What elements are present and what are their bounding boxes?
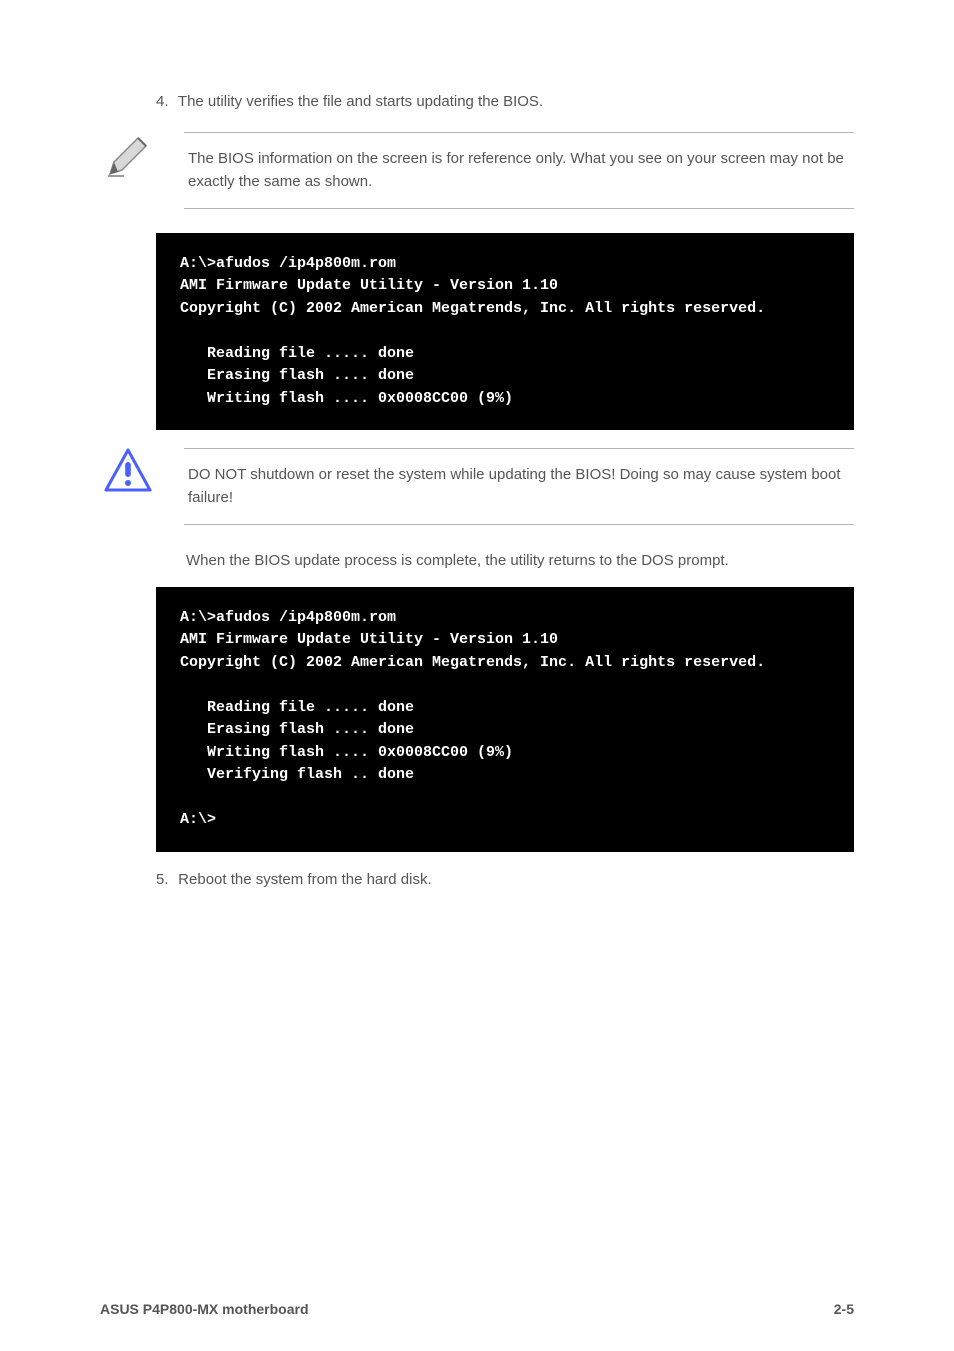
t1-l7: Writing flash .... 0x0008CC00 (9%) — [180, 390, 513, 407]
note-row-top: The BIOS information on the screen is fo… — [100, 132, 854, 209]
terminal-block-1: A:\>afudos /ip4p800m.rom AMI Firmware Up… — [156, 233, 854, 431]
t1-l6: Erasing flash .... done — [180, 367, 414, 384]
t1-l2: AMI Firmware Update Utility - Version 1.… — [180, 277, 558, 294]
footer-right: 2-5 — [834, 1301, 854, 1317]
step-4-body: The utility verifies the file and starts… — [178, 93, 543, 110]
t2-l8: Verifying flash .. done — [180, 766, 414, 783]
caution-text: DO NOT shutdown or reset the system whil… — [188, 466, 841, 506]
t2-l7: Writing flash .... 0x0008CC00 (9%) — [180, 744, 513, 761]
step-5-body: Reboot the system from the hard disk. — [178, 871, 431, 888]
t1-l3: Copyright (C) 2002 American Megatrends, … — [180, 300, 765, 317]
step-4-text: 4. The utility verifies the file and sta… — [156, 90, 854, 114]
t2-l1: A:\>afudos /ip4p800m.rom — [180, 609, 396, 626]
mid-para: When the BIOS update process is complete… — [186, 549, 854, 573]
t1-l5: Reading file ..... done — [180, 345, 414, 362]
t1-l1: A:\>afudos /ip4p800m.rom — [180, 255, 396, 272]
step-5-text: 5. Reboot the system from the hard disk. — [156, 868, 854, 892]
note-icon — [100, 132, 156, 180]
t2-l5: Reading file ..... done — [180, 699, 414, 716]
terminal-block-2: A:\>afudos /ip4p800m.rom AMI Firmware Up… — [156, 587, 854, 852]
mid-para-text: When the BIOS update process is complete… — [186, 552, 729, 569]
caution-box: DO NOT shutdown or reset the system whil… — [184, 448, 854, 525]
step-5-number: 5. — [156, 868, 174, 892]
warning-icon — [104, 448, 152, 492]
t2-l2: AMI Firmware Update Utility - Version 1.… — [180, 631, 558, 648]
note-box-top: The BIOS information on the screen is fo… — [184, 132, 854, 209]
page: 4. The utility verifies the file and sta… — [0, 0, 954, 1351]
step-4-number: 4. — [156, 90, 174, 114]
note-top-text: The BIOS information on the screen is fo… — [188, 150, 844, 190]
caution-icon-wrap — [100, 448, 156, 492]
caution-row: DO NOT shutdown or reset the system whil… — [100, 448, 854, 525]
page-footer: ASUS P4P800-MX motherboard 2-5 — [100, 1301, 854, 1317]
t2-l10: A:\> — [180, 811, 216, 828]
pencil-note-icon — [104, 132, 152, 180]
t2-l3: Copyright (C) 2002 American Megatrends, … — [180, 654, 765, 671]
footer-left: ASUS P4P800-MX motherboard — [100, 1301, 309, 1317]
t2-l6: Erasing flash .... done — [180, 721, 414, 738]
